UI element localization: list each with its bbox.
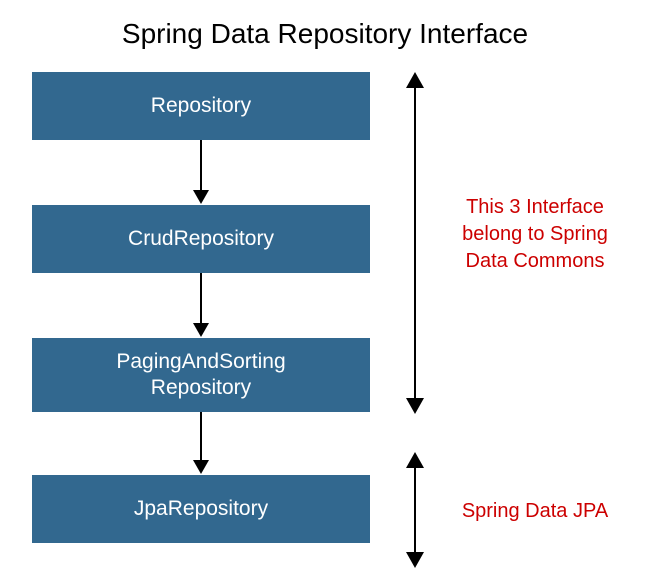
arrow-connector [200, 273, 202, 323]
range-arrow-jpa [414, 466, 416, 552]
box-label: CrudRepository [128, 226, 274, 252]
range-arrow-commons [414, 86, 416, 398]
box-label: JpaRepository [134, 496, 268, 522]
hierarchy-box-pagingandsortingrepository: PagingAndSorting Repository [32, 338, 370, 412]
hierarchy-box-crudrepository: CrudRepository [32, 205, 370, 273]
box-label-line: PagingAndSorting [116, 349, 285, 375]
diagram-title: Spring Data Repository Interface [0, 0, 650, 60]
annotation-line: Spring Data JPA [462, 500, 608, 522]
arrow-connector [200, 412, 202, 460]
arrow-down-icon [193, 323, 209, 337]
arrow-down-icon [406, 398, 424, 414]
hierarchy-box-repository: Repository [32, 72, 370, 140]
hierarchy-box-jparepository: JpaRepository [32, 475, 370, 543]
arrow-down-icon [193, 190, 209, 204]
annotation-line: This 3 Interface [446, 194, 624, 221]
arrow-down-icon [193, 460, 209, 474]
box-label: Repository [151, 93, 251, 119]
diagram-canvas: Repository CrudRepository PagingAndSorti… [0, 60, 650, 570]
arrow-connector [200, 140, 202, 190]
arrow-down-icon [406, 552, 424, 568]
annotation-line: Data Commons [446, 248, 624, 275]
annotation-line: belong to Spring [446, 221, 624, 248]
annotation-commons: This 3 Interface belong to Spring Data C… [446, 194, 624, 275]
box-label-line: Repository [151, 375, 251, 401]
annotation-jpa: Spring Data JPA [446, 498, 624, 525]
